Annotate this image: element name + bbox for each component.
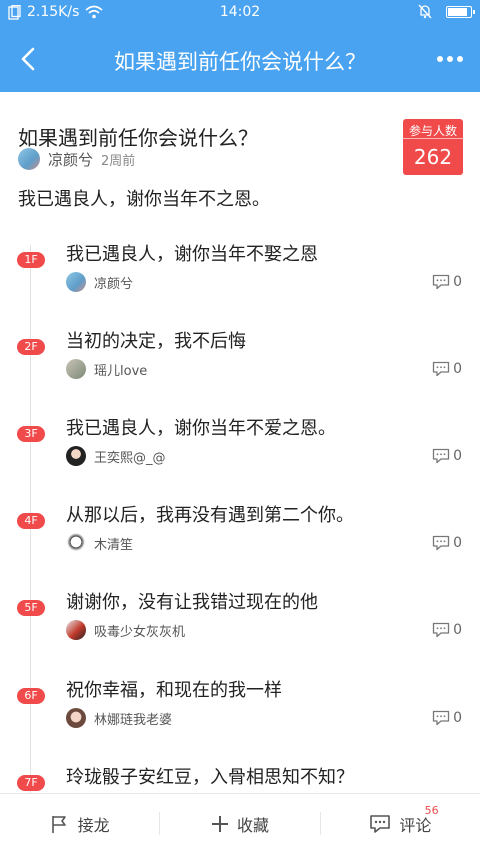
participant-count-box: 参与人数 262 bbox=[403, 119, 463, 175]
topic-meta: 凉颜兮 2周前 bbox=[18, 148, 135, 170]
floor-badge: 3F bbox=[17, 426, 45, 442]
reply-text: 我已遇良人，谢你当年不娶之恩 bbox=[66, 244, 318, 265]
participant-count-label: 参与人数 bbox=[403, 119, 463, 139]
reply-comment-button[interactable]: 0 bbox=[432, 710, 462, 726]
reply-item[interactable]: 1F 我已遇良人，谢你当年不娶之恩 凉颜兮 0 bbox=[0, 240, 480, 327]
floor-badge: 1F bbox=[17, 252, 45, 268]
reply-user[interactable]: 凉颜兮 bbox=[66, 272, 133, 292]
reply-comment-button[interactable]: 0 bbox=[432, 622, 462, 638]
comment-icon bbox=[432, 448, 450, 464]
topic-author[interactable]: 凉颜兮 bbox=[48, 149, 93, 170]
reply-comment-button[interactable]: 0 bbox=[432, 361, 462, 377]
topic-time: 2周前 bbox=[101, 153, 136, 169]
reply-user[interactable]: 林娜琏我老婆 bbox=[66, 708, 172, 728]
reply-comment-count: 0 bbox=[453, 361, 462, 377]
comment-count-badge: 56 bbox=[424, 804, 439, 817]
reply-comment-button[interactable]: 0 bbox=[432, 448, 462, 464]
nav-bar: 如果遇到前任你会说什么？ bbox=[0, 26, 480, 92]
reply-comment-count: 0 bbox=[453, 274, 462, 290]
more-icon[interactable] bbox=[432, 44, 468, 74]
comment-icon bbox=[432, 361, 450, 377]
collect-button[interactable]: 收藏 bbox=[160, 794, 319, 853]
reply-text: 谢谢你，没有让我错过现在的他 bbox=[66, 592, 318, 613]
reply-user[interactable]: 王奕熙@_@ bbox=[66, 446, 166, 466]
status-time: 14:02 bbox=[219, 4, 261, 20]
reply-text: 当初的决定，我不后悔 bbox=[66, 331, 246, 352]
comment-icon bbox=[370, 814, 391, 833]
avatar[interactable] bbox=[66, 708, 86, 728]
participant-count: 262 bbox=[413, 145, 453, 169]
reply-username[interactable]: 木清笙 bbox=[94, 534, 133, 553]
reply-user[interactable]: 吸毒少女灰灰机 bbox=[66, 620, 185, 640]
back-icon[interactable] bbox=[14, 44, 44, 74]
avatar[interactable] bbox=[66, 620, 86, 640]
reply-text: 玲珑骰子安红豆，入骨相思知不知？ bbox=[66, 767, 354, 788]
reply-username[interactable]: 王奕熙@_@ bbox=[94, 447, 166, 466]
plus-icon bbox=[211, 815, 228, 832]
topic-header: 如果遇到前任你会说什么？ 凉颜兮 2周前 我已遇良人，谢你当年不之恩。 参与人数… bbox=[0, 92, 480, 225]
reply-item[interactable]: 5F 谢谢你，没有让我错过现在的他 吸毒少女灰灰机 0 bbox=[0, 588, 480, 675]
avatar[interactable] bbox=[66, 446, 86, 466]
floor-badge: 2F bbox=[17, 339, 45, 355]
status-right bbox=[418, 4, 475, 19]
status-bar: 2.15K/s 14:02 bbox=[0, 0, 480, 26]
reply-comment-count: 0 bbox=[453, 535, 462, 551]
comment-button[interactable]: 评论 56 bbox=[321, 794, 480, 853]
bell-off-icon bbox=[418, 4, 432, 19]
reply-item[interactable]: 2F 当初的决定，我不后悔 瑶儿love 0 bbox=[0, 327, 480, 414]
reply-text: 我已遇良人，谢你当年不爱之恩。 bbox=[66, 418, 336, 439]
avatar[interactable] bbox=[18, 148, 40, 170]
floor-badge: 6F bbox=[17, 688, 45, 704]
relay-button[interactable]: 接龙 bbox=[0, 794, 159, 853]
comment-icon bbox=[432, 535, 450, 551]
reply-item[interactable]: 4F 从那以后，我再没有遇到第二个你。 木清笙 0 bbox=[0, 501, 480, 588]
topic-answer: 我已遇良人，谢你当年不之恩。 bbox=[18, 189, 270, 210]
avatar[interactable] bbox=[66, 272, 86, 292]
reply-item[interactable]: 3F 我已遇良人，谢你当年不爱之恩。 王奕熙@_@ 0 bbox=[0, 414, 480, 501]
reply-username[interactable]: 吸毒少女灰灰机 bbox=[94, 621, 185, 640]
battery-icon bbox=[446, 5, 475, 18]
reply-comment-count: 0 bbox=[453, 448, 462, 464]
reply-item[interactable]: 6F 祝你幸福，和现在的我一样 林娜琏我老婆 0 bbox=[0, 676, 480, 763]
page-title: 如果遇到前任你会说什么？ bbox=[114, 50, 366, 74]
topic-question: 如果遇到前任你会说什么？ bbox=[18, 126, 258, 150]
avatar[interactable] bbox=[66, 359, 86, 379]
reply-text: 从那以后，我再没有遇到第二个你。 bbox=[66, 505, 354, 526]
bottom-bar: 接龙 收藏 评论 56 bbox=[0, 793, 480, 853]
collect-label: 收藏 bbox=[236, 815, 269, 835]
comment-icon bbox=[432, 274, 450, 290]
floor-badge: 4F bbox=[17, 513, 45, 529]
reply-user[interactable]: 木清笙 bbox=[66, 533, 133, 553]
reply-username[interactable]: 凉颜兮 bbox=[94, 273, 133, 292]
reply-text: 祝你幸福，和现在的我一样 bbox=[66, 680, 282, 701]
reply-user[interactable]: 瑶儿love bbox=[66, 359, 147, 379]
floor-badge: 5F bbox=[17, 600, 45, 616]
reply-username[interactable]: 瑶儿love bbox=[94, 360, 147, 379]
flag-icon bbox=[51, 815, 66, 833]
reply-comment-count: 0 bbox=[453, 622, 462, 638]
avatar[interactable] bbox=[66, 533, 86, 553]
comment-icon bbox=[432, 622, 450, 638]
reply-comment-button[interactable]: 0 bbox=[432, 274, 462, 290]
floor-badge: 7F bbox=[17, 775, 45, 791]
reply-comment-button[interactable]: 0 bbox=[432, 535, 462, 551]
reply-username[interactable]: 林娜琏我老婆 bbox=[94, 709, 172, 728]
reply-comment-count: 0 bbox=[453, 710, 462, 726]
relay-label: 接龙 bbox=[77, 815, 110, 835]
comment-icon bbox=[432, 710, 450, 726]
